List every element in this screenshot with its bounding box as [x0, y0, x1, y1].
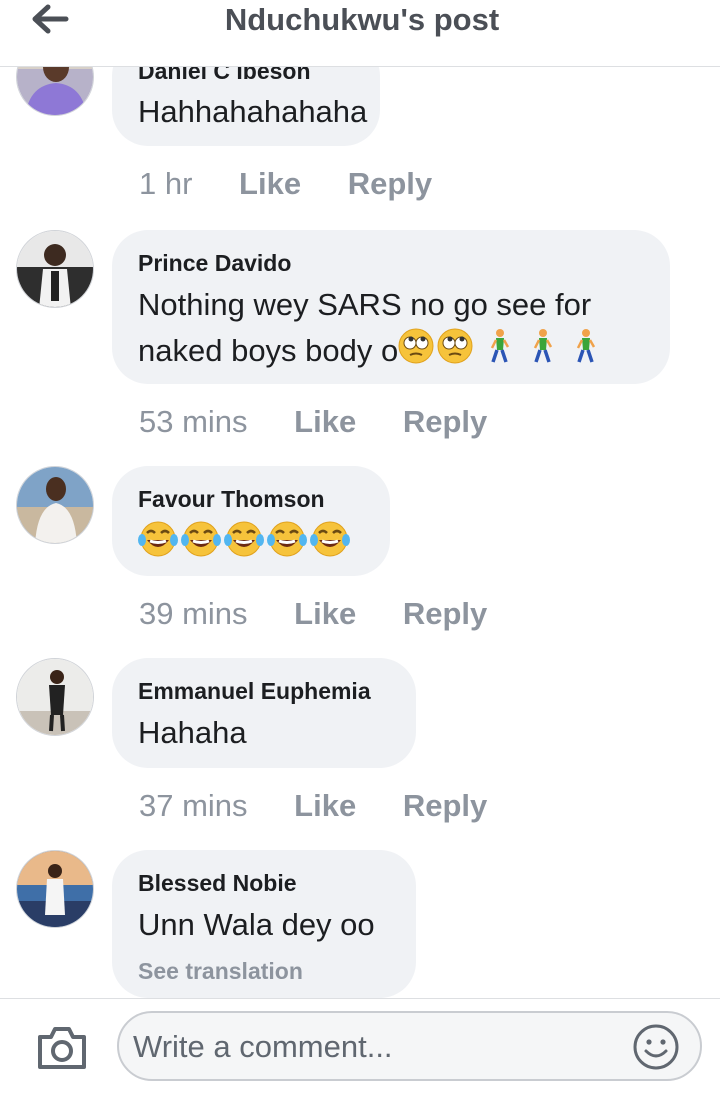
- avatar[interactable]: [16, 230, 94, 308]
- comment-text: Hahaha: [138, 715, 247, 750]
- comment-bubble: Emmanuel Euphemia Hahaha: [112, 658, 416, 768]
- like-button[interactable]: Like: [239, 164, 301, 204]
- walking-person-emoji: [527, 328, 557, 377]
- reply-button[interactable]: Reply: [403, 594, 487, 634]
- walking-person-emoji: [484, 328, 514, 377]
- avatar[interactable]: [16, 850, 94, 928]
- comment-time[interactable]: 37 mins: [139, 786, 248, 826]
- reply-button[interactable]: Reply: [403, 786, 487, 826]
- like-button[interactable]: Like: [294, 786, 356, 826]
- comment-text-line: naked boys body o: [138, 328, 650, 377]
- comment-author[interactable]: Prince Davido: [138, 250, 291, 277]
- comment-meta: 1 hr Like Reply: [139, 164, 432, 204]
- tears-of-joy-emoji: [138, 520, 178, 571]
- comment-meta: 39 mins Like Reply: [139, 594, 487, 634]
- comment-author[interactable]: Blessed Nobie: [138, 870, 297, 897]
- comment-text: Unn Wala dey oo: [138, 907, 375, 942]
- see-translation-link[interactable]: See translation: [138, 958, 303, 985]
- comment-text: Nothing wey SARS no go see for naked boy…: [138, 282, 650, 377]
- comment-author[interactable]: Emmanuel Euphemia: [138, 678, 371, 705]
- eye-roll-emoji: [437, 328, 473, 377]
- comment-text-line: Nothing wey SARS no go see for: [138, 287, 592, 322]
- reply-button[interactable]: Reply: [348, 164, 432, 204]
- avatar[interactable]: [16, 658, 94, 736]
- avatar[interactable]: [16, 466, 94, 544]
- arrow-left-icon: [32, 4, 69, 34]
- comment-text: Hahhahahahaha: [138, 94, 368, 129]
- emoji-button[interactable]: [632, 1023, 680, 1071]
- comment-bubble: Blessed Nobie Unn Wala dey oo See transl…: [112, 850, 416, 998]
- comment-bubble: Prince Davido Nothing wey SARS no go see…: [112, 230, 670, 384]
- smiley-icon: [633, 1024, 679, 1070]
- comment-feed: Daniel C Ibeson Hahhahahahaha 1 hr Like …: [0, 0, 720, 1000]
- eye-roll-emoji: [398, 328, 434, 377]
- comment-time[interactable]: 39 mins: [139, 594, 248, 634]
- comment-text: [138, 520, 370, 571]
- comment-author[interactable]: Favour Thomson: [138, 486, 325, 513]
- comment-input-container[interactable]: [117, 1011, 702, 1081]
- top-bar: Nduchukwu's post: [0, 0, 720, 67]
- walking-person-emoji: [570, 328, 600, 377]
- like-button[interactable]: Like: [294, 402, 356, 442]
- comment-meta: 53 mins Like Reply: [139, 402, 487, 442]
- page-title: Nduchukwu's post: [224, 2, 500, 37]
- comment-time[interactable]: 1 hr: [139, 164, 192, 204]
- comment-bubble: Favour Thomson: [112, 466, 390, 576]
- tears-of-joy-emoji: [310, 520, 350, 571]
- back-button[interactable]: [30, 2, 70, 36]
- camera-icon: [38, 1027, 86, 1069]
- comment-meta: 37 mins Like Reply: [139, 786, 487, 826]
- camera-button[interactable]: [36, 1025, 88, 1071]
- tears-of-joy-emoji: [224, 520, 264, 571]
- tears-of-joy-emoji: [181, 520, 221, 571]
- comment-input[interactable]: [131, 1021, 615, 1073]
- comment-time[interactable]: 53 mins: [139, 402, 248, 442]
- tears-of-joy-emoji: [267, 520, 307, 571]
- reply-button[interactable]: Reply: [403, 402, 487, 442]
- comment-composer-bar: [0, 998, 720, 1093]
- like-button[interactable]: Like: [294, 594, 356, 634]
- comment-text-fragment: naked boys body o: [138, 333, 399, 368]
